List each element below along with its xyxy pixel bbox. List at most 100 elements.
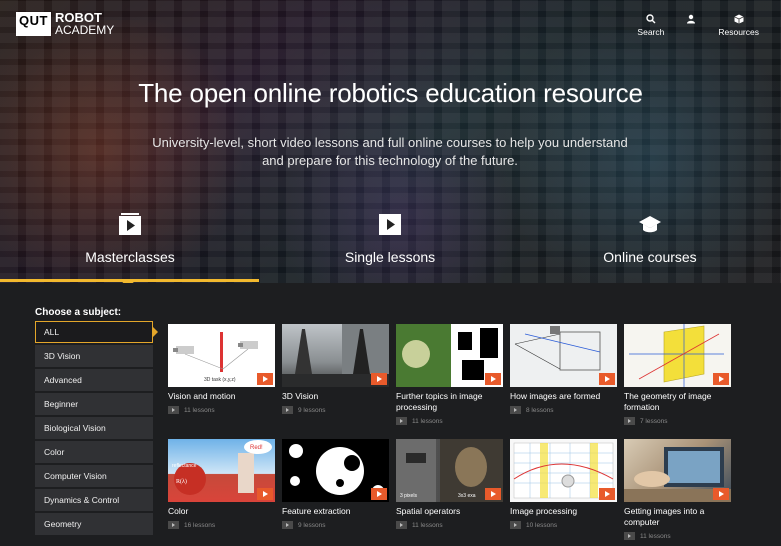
brand-logo[interactable]: QUT ROBOT ACADEMY bbox=[16, 11, 115, 37]
course-meta: 11 lessons bbox=[396, 521, 503, 529]
tab-masterclasses[interactable]: Masterclasses bbox=[0, 213, 260, 265]
sidebar-item-advanced[interactable]: Advanced bbox=[35, 369, 153, 391]
course-title: Further topics in image processing bbox=[396, 391, 483, 412]
account-button[interactable] bbox=[686, 14, 696, 37]
lesson-count: 11 lessons bbox=[412, 417, 443, 425]
play-icon bbox=[257, 488, 273, 500]
course-thumbnail[interactable] bbox=[510, 324, 617, 387]
lesson-count: 11 lessons bbox=[412, 521, 443, 529]
hero-title: The open online robotics education resou… bbox=[138, 78, 643, 108]
course-card[interactable]: The geometry of image formation 7 lesson… bbox=[624, 324, 731, 425]
lesson-count: 9 lessons bbox=[298, 406, 326, 414]
play-icon bbox=[599, 488, 615, 500]
course-meta: 11 lessons bbox=[396, 417, 503, 425]
catalog-section: Choose a subject: ALL 3D Vision Advanced… bbox=[0, 283, 781, 546]
lesson-count: 11 lessons bbox=[640, 532, 671, 540]
lesson-count: 8 lessons bbox=[526, 406, 554, 414]
subject-heading: Choose a subject: bbox=[35, 307, 122, 318]
course-thumbnail[interactable] bbox=[282, 439, 389, 502]
course-card[interactable]: 3 pixels 3x3 exa Spatial operators 11 le… bbox=[396, 439, 503, 529]
graduation-cap-icon bbox=[639, 216, 661, 233]
course-thumbnail[interactable] bbox=[624, 439, 731, 502]
course-card[interactable]: Image processing 10 lessons bbox=[510, 439, 617, 529]
lesson-count: 10 lessons bbox=[526, 521, 558, 529]
lessons-icon bbox=[624, 532, 635, 540]
sidebar-item-dynamics-control[interactable]: Dynamics & Control bbox=[35, 489, 153, 511]
course-meta: 7 lessons bbox=[624, 417, 731, 425]
course-card[interactable]: Feature extraction 9 lessons bbox=[282, 439, 389, 529]
cube-icon bbox=[733, 14, 744, 24]
tab-single-lessons[interactable]: Single lessons bbox=[260, 213, 520, 265]
play-icon bbox=[371, 488, 387, 500]
search-button[interactable]: Search bbox=[637, 14, 664, 37]
resources-button[interactable]: Resources bbox=[718, 14, 759, 37]
course-thumbnail[interactable] bbox=[624, 324, 731, 387]
logo-line2: ACADEMY bbox=[54, 23, 115, 37]
sidebar-item-beginner[interactable]: Beginner bbox=[35, 393, 153, 415]
play-icon bbox=[257, 373, 273, 385]
course-card[interactable]: How images are formed 8 lessons bbox=[510, 324, 617, 414]
hero-banner: QUT ROBOT ACADEMY Search Resources The o… bbox=[0, 0, 781, 283]
play-icon bbox=[485, 373, 501, 385]
search-icon bbox=[646, 14, 656, 24]
tab-label: Online courses bbox=[603, 249, 697, 265]
course-title: Getting images into a computer bbox=[624, 506, 705, 527]
resources-label: Resources bbox=[718, 27, 759, 37]
logo-wordmark: ROBOT ACADEMY bbox=[54, 11, 115, 37]
play-icon bbox=[485, 488, 501, 500]
logo-badge: QUT bbox=[16, 12, 51, 36]
course-title: Feature extraction bbox=[282, 506, 351, 516]
course-thumbnail[interactable] bbox=[282, 324, 389, 387]
lessons-icon bbox=[396, 417, 407, 425]
thumbnail-caption: Red! bbox=[250, 445, 263, 451]
tab-online-courses[interactable]: Online courses bbox=[520, 213, 780, 265]
sidebar-item-computer-vision[interactable]: Computer Vision bbox=[35, 465, 153, 487]
lesson-count: 9 lessons bbox=[298, 521, 326, 529]
course-thumbnail[interactable]: Red! reflectance R(λ) bbox=[168, 439, 275, 502]
lessons-icon bbox=[282, 521, 293, 529]
tab-label: Single lessons bbox=[344, 249, 436, 265]
course-meta: 11 lessons bbox=[168, 406, 275, 414]
lesson-count: 7 lessons bbox=[640, 417, 668, 425]
sidebar-item-geometry[interactable]: Geometry bbox=[35, 513, 153, 535]
course-meta: 16 lessons bbox=[168, 521, 275, 529]
course-title: Color bbox=[168, 506, 189, 516]
course-meta: 11 lessons bbox=[624, 532, 731, 540]
play-icon bbox=[713, 373, 729, 385]
course-meta: 8 lessons bbox=[510, 406, 617, 414]
thumbnail-caption: reflectance bbox=[172, 463, 197, 469]
course-card[interactable]: 3D task (x,y,z) Vision and motion 11 les… bbox=[168, 324, 275, 414]
course-card[interactable]: Red! reflectance R(λ) Color 16 lessons bbox=[168, 439, 275, 529]
course-title: Image processing bbox=[510, 506, 578, 516]
sidebar-item-all[interactable]: ALL bbox=[35, 321, 158, 343]
hero-subtitle: University-level, short video lessons an… bbox=[152, 135, 628, 168]
course-title: The geometry of image formation bbox=[624, 391, 712, 412]
course-card[interactable]: 3D Vision 9 lessons bbox=[282, 324, 389, 414]
course-meta: 10 lessons bbox=[510, 521, 617, 529]
course-card[interactable]: Getting images into a computer 11 lesson… bbox=[624, 439, 731, 540]
sidebar-item-3d-vision[interactable]: 3D Vision bbox=[35, 345, 153, 367]
course-thumbnail[interactable]: 3D task (x,y,z) bbox=[168, 324, 275, 387]
subject-sidebar: ALL 3D Vision Advanced Beginner Biologic… bbox=[35, 321, 158, 537]
play-icon bbox=[379, 214, 401, 235]
course-thumbnail[interactable] bbox=[510, 439, 617, 502]
lessons-icon bbox=[510, 406, 521, 414]
lessons-icon bbox=[282, 406, 293, 414]
lessons-icon bbox=[510, 521, 521, 529]
sidebar-item-biological-vision[interactable]: Biological Vision bbox=[35, 417, 153, 439]
search-label: Search bbox=[637, 27, 665, 37]
thumbnail-caption: 3D task (x,y,z) bbox=[204, 377, 236, 383]
course-title: 3D Vision bbox=[282, 391, 319, 401]
course-thumbnail[interactable]: 3 pixels 3x3 exa bbox=[396, 439, 503, 502]
play-icon bbox=[119, 213, 141, 235]
lesson-count: 16 lessons bbox=[184, 521, 216, 529]
sidebar-item-color[interactable]: Color bbox=[35, 441, 153, 463]
top-navigation: Search Resources bbox=[637, 14, 759, 37]
user-icon bbox=[687, 14, 696, 24]
thumbnail-caption: 3 pixels bbox=[400, 493, 417, 499]
course-card[interactable]: Further topics in image processing 11 le… bbox=[396, 324, 503, 425]
course-thumbnail[interactable] bbox=[396, 324, 503, 387]
course-meta: 9 lessons bbox=[282, 521, 389, 529]
lessons-icon bbox=[168, 521, 179, 529]
course-meta: 9 lessons bbox=[282, 406, 389, 414]
